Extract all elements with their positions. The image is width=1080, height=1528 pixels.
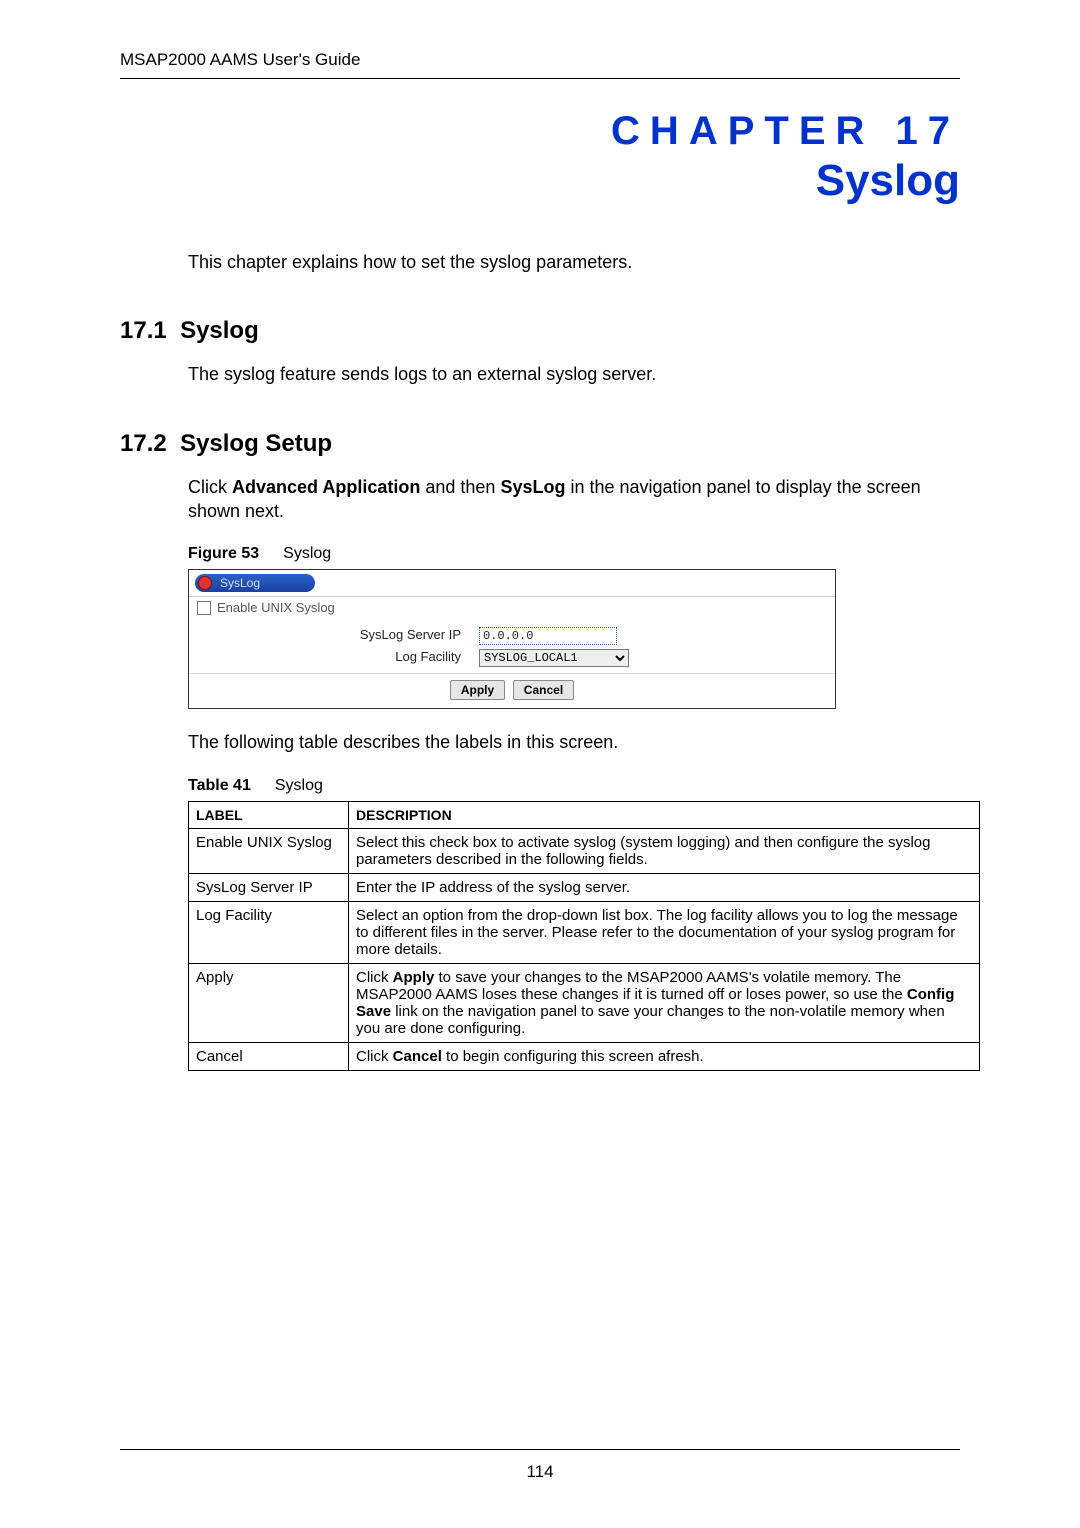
panel-title: SysLog xyxy=(220,576,260,590)
chapter-intro: This chapter explains how to set the sys… xyxy=(188,252,960,273)
table-cell-label: Apply xyxy=(189,963,349,1042)
table-cell-desc: Enter the IP address of the syslog serve… xyxy=(349,873,980,901)
page-number: 114 xyxy=(0,1462,1080,1482)
syslog-description-table: LABEL DESCRIPTION Enable UNIX Syslog Sel… xyxy=(188,801,980,1071)
pill-dot-icon xyxy=(198,576,212,590)
table-cell-label: Log Facility xyxy=(189,901,349,963)
syslog-server-ip-input[interactable] xyxy=(479,627,617,645)
table-row: Cancel Click Cancel to begin configuring… xyxy=(189,1042,980,1070)
enable-unix-syslog-checkbox[interactable] xyxy=(197,601,211,615)
chapter-title: Syslog xyxy=(120,156,960,206)
running-header: MSAP2000 AAMS User's Guide xyxy=(120,50,960,79)
table-cell-desc: Click Apply to save your changes to the … xyxy=(349,963,980,1042)
section-17-1-body: The syslog feature sends logs to an exte… xyxy=(188,363,960,386)
section-17-2-heading: 17.2 Syslog Setup xyxy=(120,430,960,458)
section-17-2-body: Click Advanced Application and then SysL… xyxy=(188,476,960,523)
table-row: SysLog Server IP Enter the IP address of… xyxy=(189,873,980,901)
apply-button[interactable]: Apply xyxy=(450,680,505,700)
figure-syslog-panel: SysLog Enable UNIX Syslog SysLog Server … xyxy=(188,569,836,709)
table-header-label: LABEL xyxy=(189,801,349,828)
log-facility-label: Log Facility xyxy=(199,649,479,667)
table-caption: Table 41Syslog xyxy=(188,777,960,795)
log-facility-select[interactable]: SYSLOG_LOCAL1 xyxy=(479,649,629,667)
table-row: Log Facility Select an option from the d… xyxy=(189,901,980,963)
figure-caption: Figure 53Syslog xyxy=(188,545,960,563)
section-title: Syslog xyxy=(180,317,259,344)
table-row: Enable UNIX Syslog Select this check box… xyxy=(189,828,980,873)
panel-header: SysLog xyxy=(189,570,835,597)
syslog-server-ip-label: SysLog Server IP xyxy=(199,627,479,645)
table-header-row: LABEL DESCRIPTION xyxy=(189,801,980,828)
table-cell-label: Enable UNIX Syslog xyxy=(189,828,349,873)
table-cell-label: SysLog Server IP xyxy=(189,873,349,901)
chapter-label: CHAPTER 17 xyxy=(120,109,960,154)
section-17-1-heading: 17.1 Syslog xyxy=(120,317,960,345)
table-cell-desc: Click Cancel to begin configuring this s… xyxy=(349,1042,980,1070)
section-number: 17.1 xyxy=(120,317,167,344)
table-cell-label: Cancel xyxy=(189,1042,349,1070)
table-cell-desc: Select an option from the drop-down list… xyxy=(349,901,980,963)
table-intro: The following table describes the labels… xyxy=(188,731,960,754)
section-number: 17.2 xyxy=(120,430,167,457)
table-header-desc: DESCRIPTION xyxy=(349,801,980,828)
footer-rule xyxy=(120,1449,960,1450)
cancel-button[interactable]: Cancel xyxy=(513,680,574,700)
table-row: Apply Click Apply to save your changes t… xyxy=(189,963,980,1042)
section-title: Syslog Setup xyxy=(180,430,332,457)
table-cell-desc: Select this check box to activate syslog… xyxy=(349,828,980,873)
enable-unix-syslog-label: Enable UNIX Syslog xyxy=(217,600,335,615)
panel-pill: SysLog xyxy=(195,574,315,592)
